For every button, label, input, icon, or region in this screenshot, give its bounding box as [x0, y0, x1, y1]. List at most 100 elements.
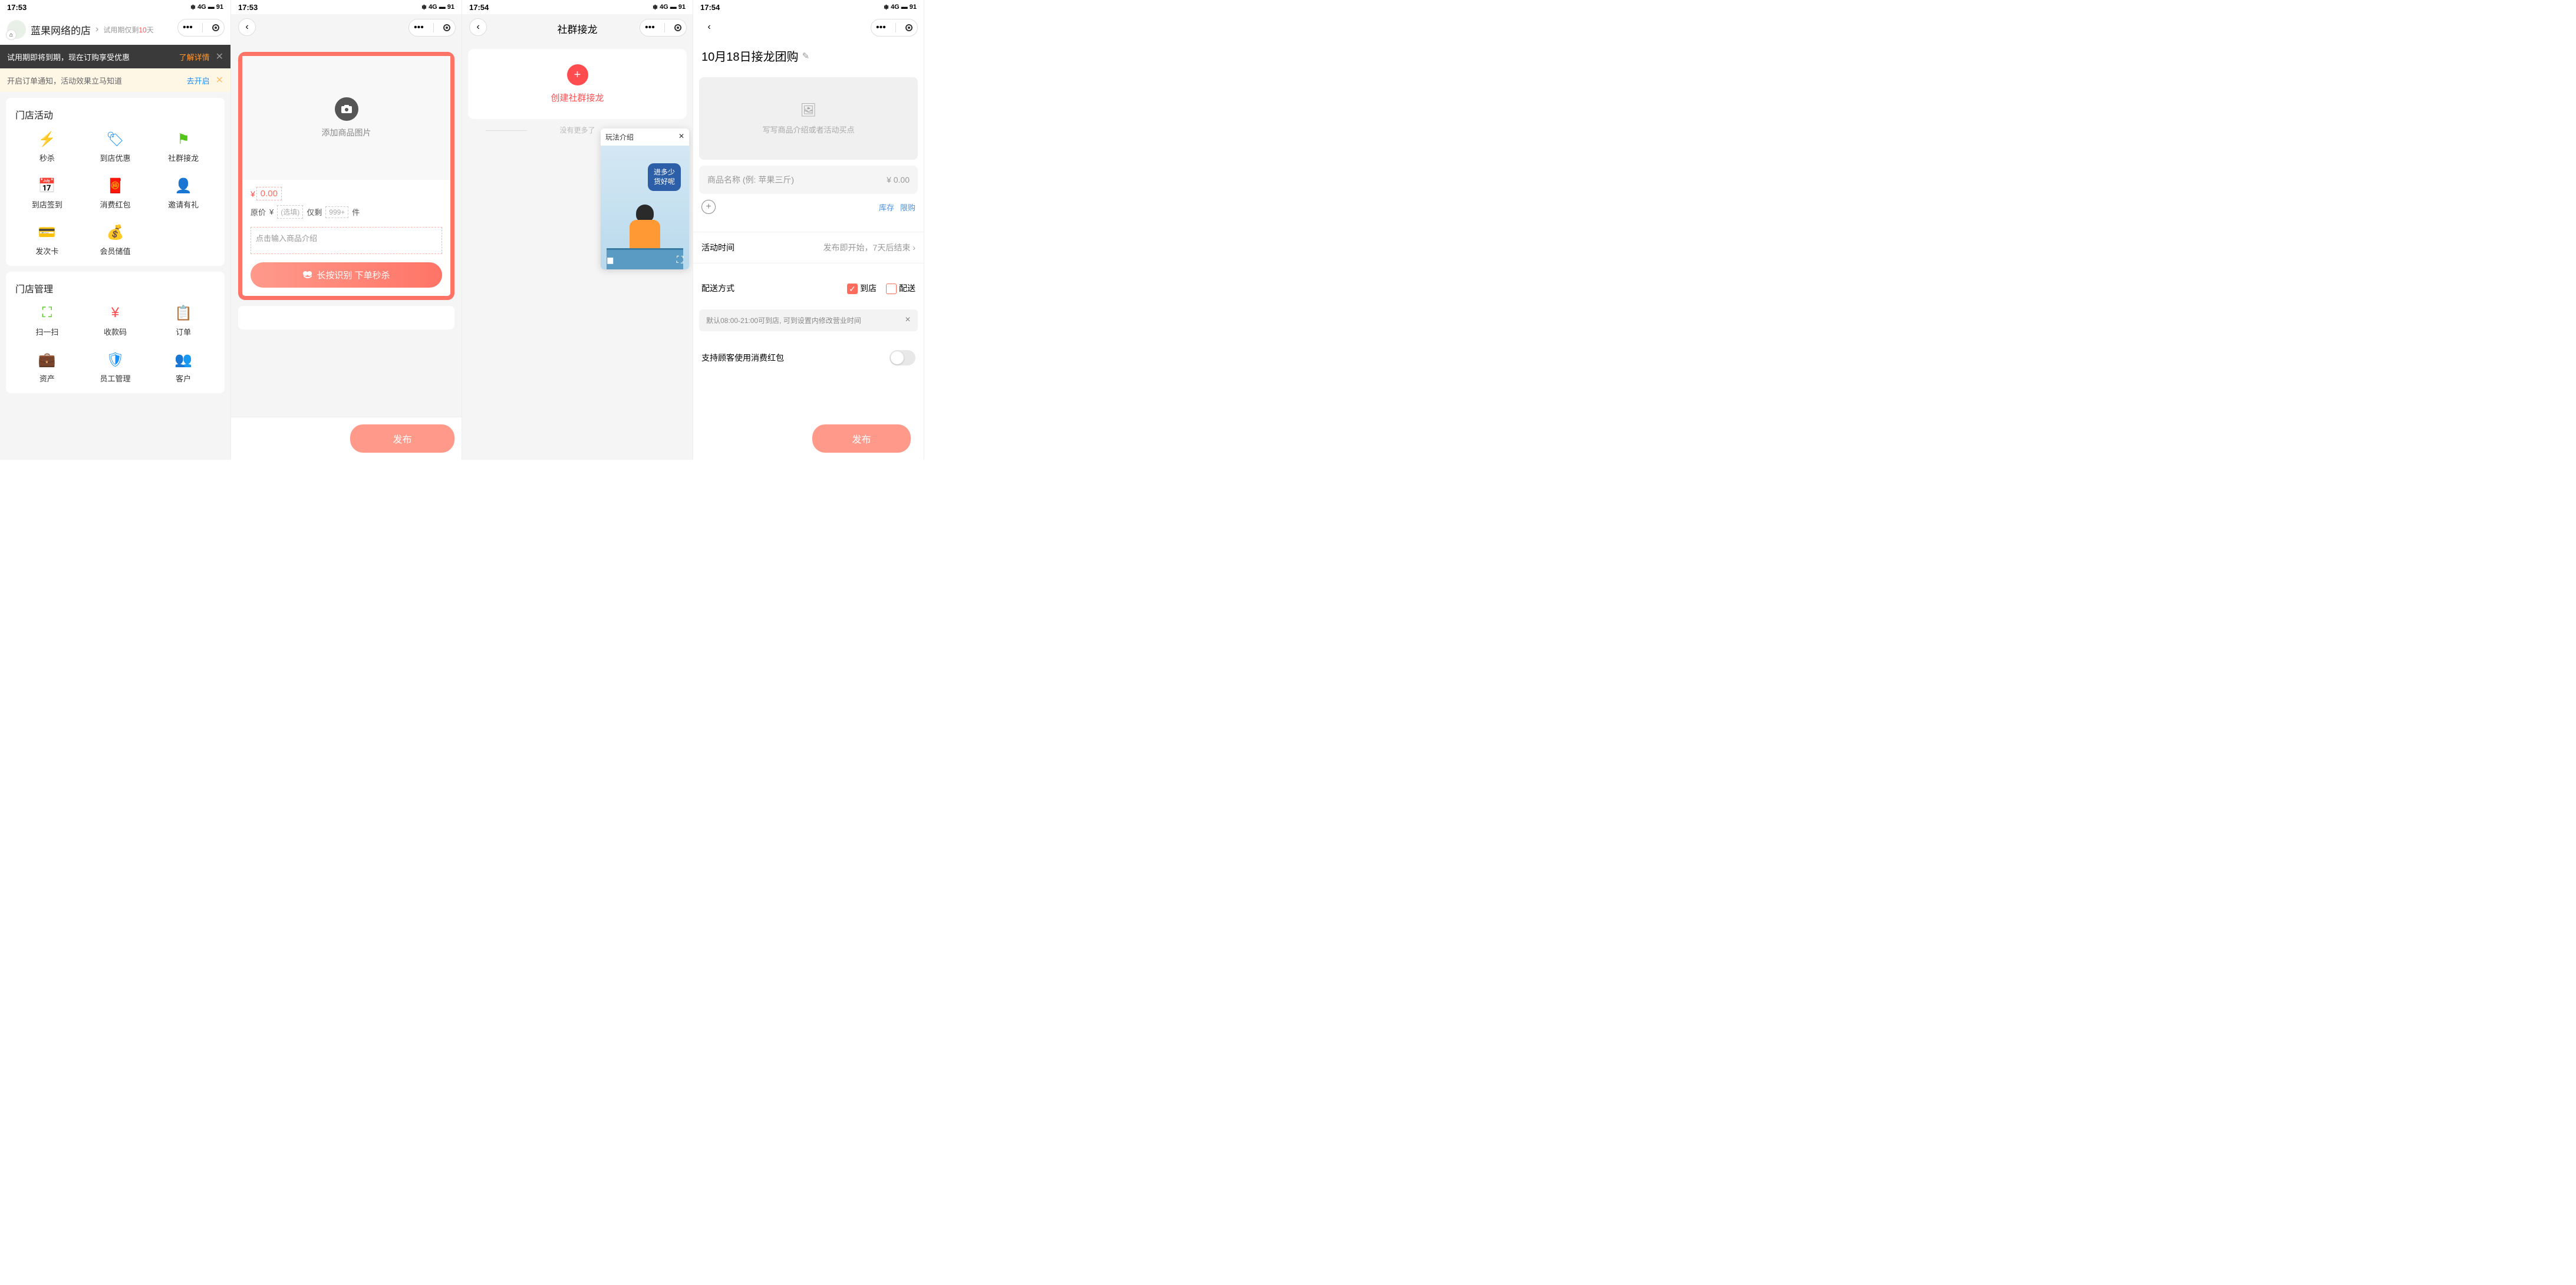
delivery-checkbox[interactable]: 配送	[886, 282, 915, 294]
chevron-right-icon: ›	[913, 243, 915, 252]
create-chain-card[interactable]: + 创建社群接龙	[468, 49, 687, 119]
feature-label: 订单	[176, 326, 191, 337]
limit-link[interactable]: 限购	[900, 202, 915, 213]
close-target-icon[interactable]	[443, 24, 450, 31]
product-name-row[interactable]: 商品名称 (例: 苹果三斤) ¥ 0.00	[699, 166, 918, 194]
form-title[interactable]: 10月18日接龙团购 ✎	[693, 40, 924, 71]
section-title: 门店活动	[15, 107, 215, 121]
longpress-order-button[interactable]: 长按识别 下单秒杀	[251, 262, 442, 288]
status-bar: 17:54 ❄ 4G ▬91	[693, 0, 924, 14]
add-button[interactable]: +	[701, 200, 716, 214]
notification-banner: 开启订单通知，活动效果立马知道 去开启 ✕	[0, 68, 230, 92]
intro-video[interactable]: 进多少 货好呢 ▮▮ ⛶	[601, 146, 689, 269]
feature-icon: 🛡	[107, 351, 123, 368]
feature-icon: 👥	[175, 351, 192, 368]
description-input[interactable]: 点击输入商品介绍	[251, 227, 442, 254]
close-icon[interactable]: ✕	[905, 315, 911, 325]
add-product-row: + 库存 限购	[701, 200, 915, 214]
feature-label: 消费红包	[100, 199, 130, 210]
feature-icon: 💰	[107, 224, 123, 240]
feature-label: 员工管理	[100, 373, 130, 384]
menu-dots-icon[interactable]: •••	[876, 22, 886, 33]
publish-button[interactable]: 发布	[350, 424, 454, 453]
feature-icon: 🏷	[107, 131, 123, 147]
close-icon[interactable]: ✕	[216, 51, 223, 62]
enable-link[interactable]: 去开启	[187, 75, 210, 86]
back-button[interactable]: ‹	[700, 18, 718, 36]
fullscreen-icon[interactable]: ⛶	[677, 255, 683, 266]
feature-icon: 📅	[39, 177, 55, 194]
pickup-checkbox[interactable]: ✓到店	[847, 282, 877, 294]
grid-item[interactable]: 👥 客户	[151, 351, 215, 384]
popup-title: 玩法介绍	[605, 132, 634, 142]
feature-label: 扫一扫	[35, 326, 58, 337]
grid-item[interactable]: 💼资产	[15, 351, 79, 384]
miniprogram-capsule[interactable]: •••	[409, 19, 456, 37]
original-price-input[interactable]: (选填)	[277, 205, 303, 219]
price-field[interactable]: ¥0.00	[242, 180, 450, 203]
extra-card	[238, 306, 454, 330]
feature-icon: ⚡	[39, 131, 55, 147]
shop-avatar[interactable]: ⌂	[7, 20, 26, 39]
close-target-icon[interactable]	[674, 24, 681, 31]
image-upload-zone[interactable]: 添加商品图片	[242, 56, 450, 180]
close-target-icon[interactable]	[212, 24, 219, 31]
activity-time-row[interactable]: 活动时间 发布即开始，7天后结束›	[693, 232, 924, 263]
grid-item[interactable]: 🛡 员工管理	[84, 351, 147, 384]
grid-item[interactable]: 🏷 到店优惠	[84, 131, 147, 163]
expiry-banner: 试用期即将到期，现在订购享受优惠 了解详情 ✕	[0, 45, 230, 68]
close-icon[interactable]: ✕	[678, 132, 684, 142]
intro-upload-zone[interactable]: 🖼 写写商品介绍或者活动买点	[699, 77, 918, 160]
grid-item[interactable]: 📅到店签到	[15, 177, 79, 210]
grid-item[interactable]: 👤邀请有礼	[151, 177, 215, 210]
stock-input[interactable]: 999+	[325, 206, 348, 218]
menu-dots-icon[interactable]: •••	[414, 22, 424, 33]
close-target-icon[interactable]	[905, 24, 913, 31]
publish-button[interactable]: 发布	[812, 424, 911, 453]
grid-item[interactable]: 📋 订单	[151, 305, 215, 337]
home-icon: ⌂	[6, 29, 17, 40]
miniprogram-capsule[interactable]: •••	[871, 19, 918, 37]
image-icon: 🖼	[801, 103, 817, 118]
menu-dots-icon[interactable]: •••	[645, 22, 655, 33]
stock-link[interactable]: 库存	[879, 202, 894, 213]
grid-item[interactable]: 💳 发次卡	[15, 224, 79, 256]
time: 17:53	[238, 3, 258, 12]
shop-name: 蓝果网络的店	[31, 22, 91, 37]
back-button[interactable]: ‹	[469, 18, 487, 36]
feature-icon: ⛶	[39, 305, 55, 321]
section-title: 门店管理	[15, 281, 215, 295]
original-price-row: 原价 ¥ (选填) 仅剩 999+ 件	[242, 203, 450, 225]
plus-icon[interactable]: +	[567, 64, 588, 85]
back-button[interactable]: ‹	[238, 18, 256, 36]
time: 17:54	[700, 3, 720, 12]
pause-icon[interactable]: ▮▮	[607, 255, 612, 266]
edit-icon[interactable]: ✎	[802, 51, 810, 61]
feature-label: 到店优惠	[100, 152, 130, 163]
feature-label: 社群接龙	[168, 152, 199, 163]
screen-chain-groupbuy-form: 17:54 ❄ 4G ▬91 ••• ‹ 10月18日接龙团购 ✎ 🖼 写写商品…	[693, 0, 924, 460]
menu-dots-icon[interactable]: •••	[183, 22, 193, 33]
status-bar: 17:53 ❄ 4G ▬91	[0, 0, 230, 14]
feature-icon: 💳	[39, 224, 55, 240]
miniprogram-capsule[interactable]: •••	[177, 19, 225, 37]
feature-label: 发次卡	[35, 245, 58, 256]
feature-icon: 💼	[39, 351, 55, 368]
feature-label: 会员储值	[100, 245, 130, 256]
grid-item[interactable]: ⚡秒杀	[15, 131, 79, 163]
grid-item[interactable]: ⛶ 扫一扫	[15, 305, 79, 337]
miniprogram-capsule[interactable]: •••	[640, 19, 687, 37]
learn-more-link[interactable]: 了解详情	[179, 51, 210, 62]
close-icon[interactable]: ✕	[216, 74, 223, 86]
time: 17:53	[7, 3, 27, 12]
grid-item[interactable]: ⚑社群接龙	[151, 131, 215, 163]
grid-item[interactable]: 💰 会员储值	[84, 224, 147, 256]
feature-label: 客户	[176, 373, 191, 384]
camera-icon[interactable]	[335, 97, 358, 121]
redpack-toggle[interactable]	[890, 350, 915, 365]
grid-item[interactable]: ¥收款码	[84, 305, 147, 337]
grid-item[interactable]: 🧧消费红包	[84, 177, 147, 210]
bottom-bar: 发布	[231, 417, 462, 460]
feature-icon: 📋	[175, 305, 192, 321]
hours-info: 默认08:00-21:00可到店, 可到设置内修改营业时间 ✕	[699, 309, 918, 331]
